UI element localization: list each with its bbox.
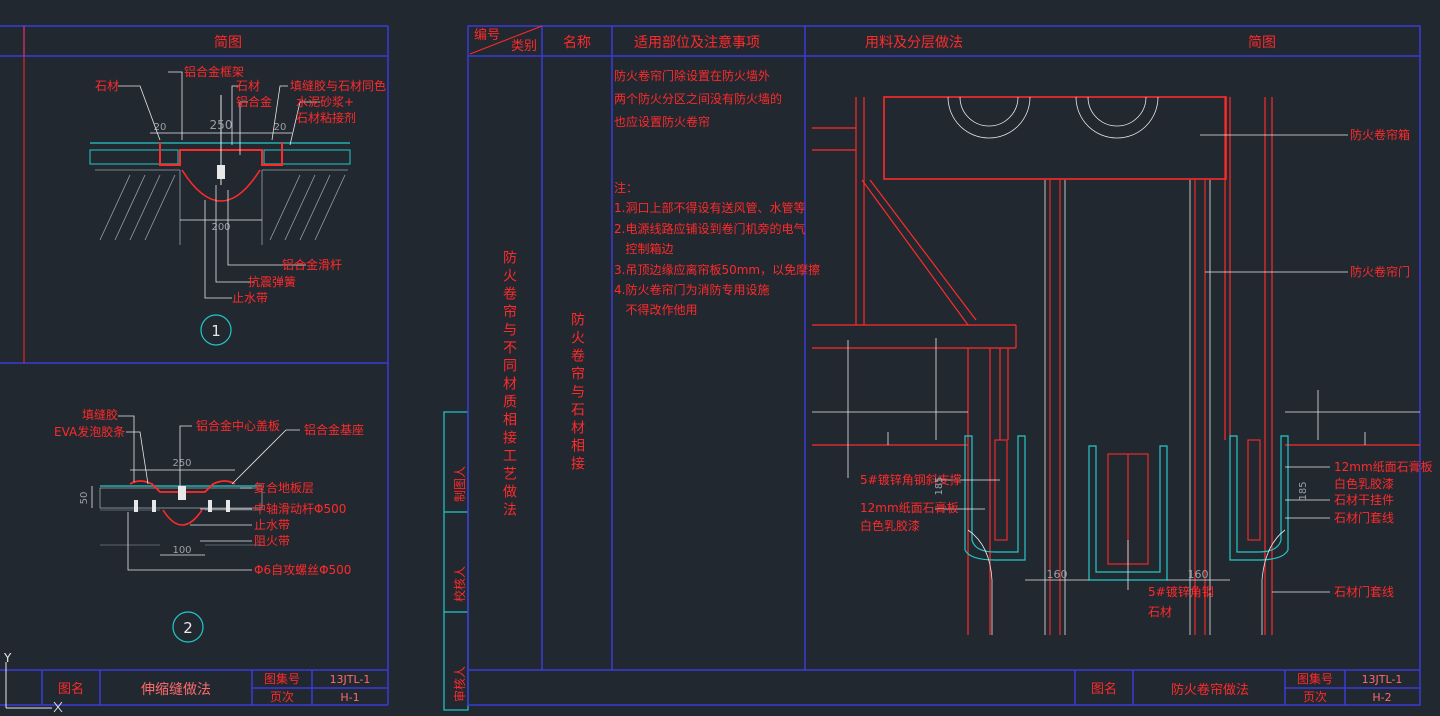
scope-notes: 防火卷帘门除设置在防火墙外 两个防火分区之间没有防火墙的 也应设置防火卷帘 注：… [614,68,820,317]
d2-label-composite: 复合地板层 [254,480,314,495]
detail1-number-bubble: 1 [200,314,232,346]
dlabel-trim2: 石材门套线 [1334,584,1394,599]
detail2-number-bubble: 2 [172,611,204,643]
scope-line: 不得改作他用 [614,302,697,317]
hdr-scope: 适用部位及注意事项 [634,34,760,51]
scope-line: 两个防火分区之间没有防火墙的 [614,91,782,106]
d1-label-al-rod: 铝合金滑杆 [282,257,342,272]
detail1-dim-right: 20 [274,122,287,133]
dlabel-gypsum-right-1: 12mm纸面石膏板 [1334,459,1433,474]
category-vertical-text: 防火卷帘与不同材质相接工艺做法 [501,250,517,520]
left-footer-atlas-label: 图集号 [264,671,300,686]
cad-drawing-canvas[interactable]: 简图 20 250 20 200 石材 铝合金框架 石材 铝合金 填缝胶与石材同… [0,0,1440,716]
dlabel-gypsum-left-2: 白色乳胶漆 [860,518,920,533]
left-header-title: 简图 [214,34,242,51]
left-footer-name-label: 图名 [58,681,84,697]
fire-shutter-detail [812,96,1420,635]
detail2-dim-bottom: 100 [172,545,191,556]
scope-line: 控制箱边 [614,241,673,256]
scope-line: 1.洞口上部不得设有送风管、水管等 [614,200,805,215]
dlabel-stone: 石材 [1148,605,1172,619]
dlabel-door: 防火卷帘门 [1350,264,1410,279]
hdr-diagram: 简图 [1248,34,1276,51]
detail2-dim-width: 250 [172,458,191,469]
dlabel-gypsum-left-1: 12mm纸面石膏板 [860,500,959,515]
right-footer-page-value: H-2 [1372,691,1391,704]
d2-label-base: 铝合金基座 [304,422,364,437]
d1-label-waterstop: 止水带 [232,291,268,305]
d1-label-sealant: 填缝胶与石材同色 [290,78,386,93]
d1-label-al: 铝合金 [236,94,272,109]
scope-line: 3.吊顶边缘应离帘板50mm，以免摩擦 [614,262,820,277]
dlabel-trim: 石材门套线 [1334,510,1394,525]
left-footer-page-value: H-1 [340,691,359,704]
ddim-right-h: 185 [1298,481,1309,500]
dlabel-box: 防火卷帘箱 [1350,127,1410,142]
left-footer-name-value: 伸缩缝做法 [141,682,211,698]
scope-line: 防火卷帘门除设置在防火墙外 [614,68,770,83]
strip-drawn-by: 制图人 [453,466,467,502]
d1-label-spring: 抗震弹簧 [248,274,296,289]
d1-label-mortar: 水泥砂浆+ [296,94,354,109]
ddim-left-gap: 160 [1047,568,1068,581]
d1-label-adhesive: 石材粘接剂 [296,110,356,125]
d2-label-eva: EVA发泡胶条 [54,424,125,439]
name-vertical-text: 防火卷帘与石材相接 [569,312,585,474]
hdr-materials: 用料及分层做法 [865,35,963,51]
detail1-number: 1 [211,322,221,340]
ucs-y-label: Y [3,651,12,665]
dlabel-hanger: 石材干挂件 [1334,493,1394,507]
right-footer-atlas-label: 图集号 [1297,671,1333,686]
side-signature-strip [443,411,469,711]
left-footer-page-label: 页次 [270,690,294,704]
right-footer-name-label: 图名 [1091,681,1117,697]
dlabel-brace: 5#镀锌角钢斜支撑 [860,472,962,487]
scope-line: 4.防火卷帘门为消防专用设施 [614,282,769,297]
strip-checked-by: 校核人 [452,566,467,602]
d2-label-rod: 中轴滑动杆Φ500 [254,501,346,516]
left-sheet [0,25,389,706]
d2-label-waterstop: 止水带 [254,518,290,532]
right-footer-name-value: 防火卷帘做法 [1171,682,1249,698]
left-footer-atlas-value: 13JTL-1 [330,673,371,686]
detail2-number: 2 [183,619,193,637]
dlabel-gypsum-right-2: 白色乳胶漆 [1334,476,1394,491]
detail-2-floor-joint [91,469,263,556]
d2-label-center-cover: 铝合金中心盖板 [196,418,280,433]
scope-line: 注： [614,180,638,195]
scope-line: 也应设置防火卷帘 [614,114,710,129]
hdr-number: 编号 [474,28,500,43]
d2-label-fire: 阻火带 [254,534,290,548]
detail2-dim-height: 50 [79,492,90,505]
scope-line: 2.电源线路应铺设到卷门机旁的电气 [614,221,805,236]
hdr-name: 名称 [563,35,591,51]
ddim-right-gap: 160 [1188,568,1209,581]
detail1-dim-mid: 250 [210,118,233,132]
d1-label-al-frame: 铝合金框架 [184,64,244,79]
d2-label-screw: Φ6自攻螺丝Φ500 [254,563,351,577]
hdr-category: 类别 [511,39,537,54]
ddim-left-h: 185 [934,476,945,495]
d1-label-stone2: 石材 [236,79,260,93]
dlabel-angle: 5#镀锌角钢 [1148,585,1214,599]
right-footer-atlas-value: 13JTL-1 [1362,673,1403,686]
strip-approved-by: 审核人 [452,666,467,702]
right-sheet-frame [467,25,1421,706]
d1-label-stone: 石材 [95,79,119,93]
d2-label-filler: 填缝胶 [82,407,118,422]
right-footer-page-label: 页次 [1303,690,1327,704]
